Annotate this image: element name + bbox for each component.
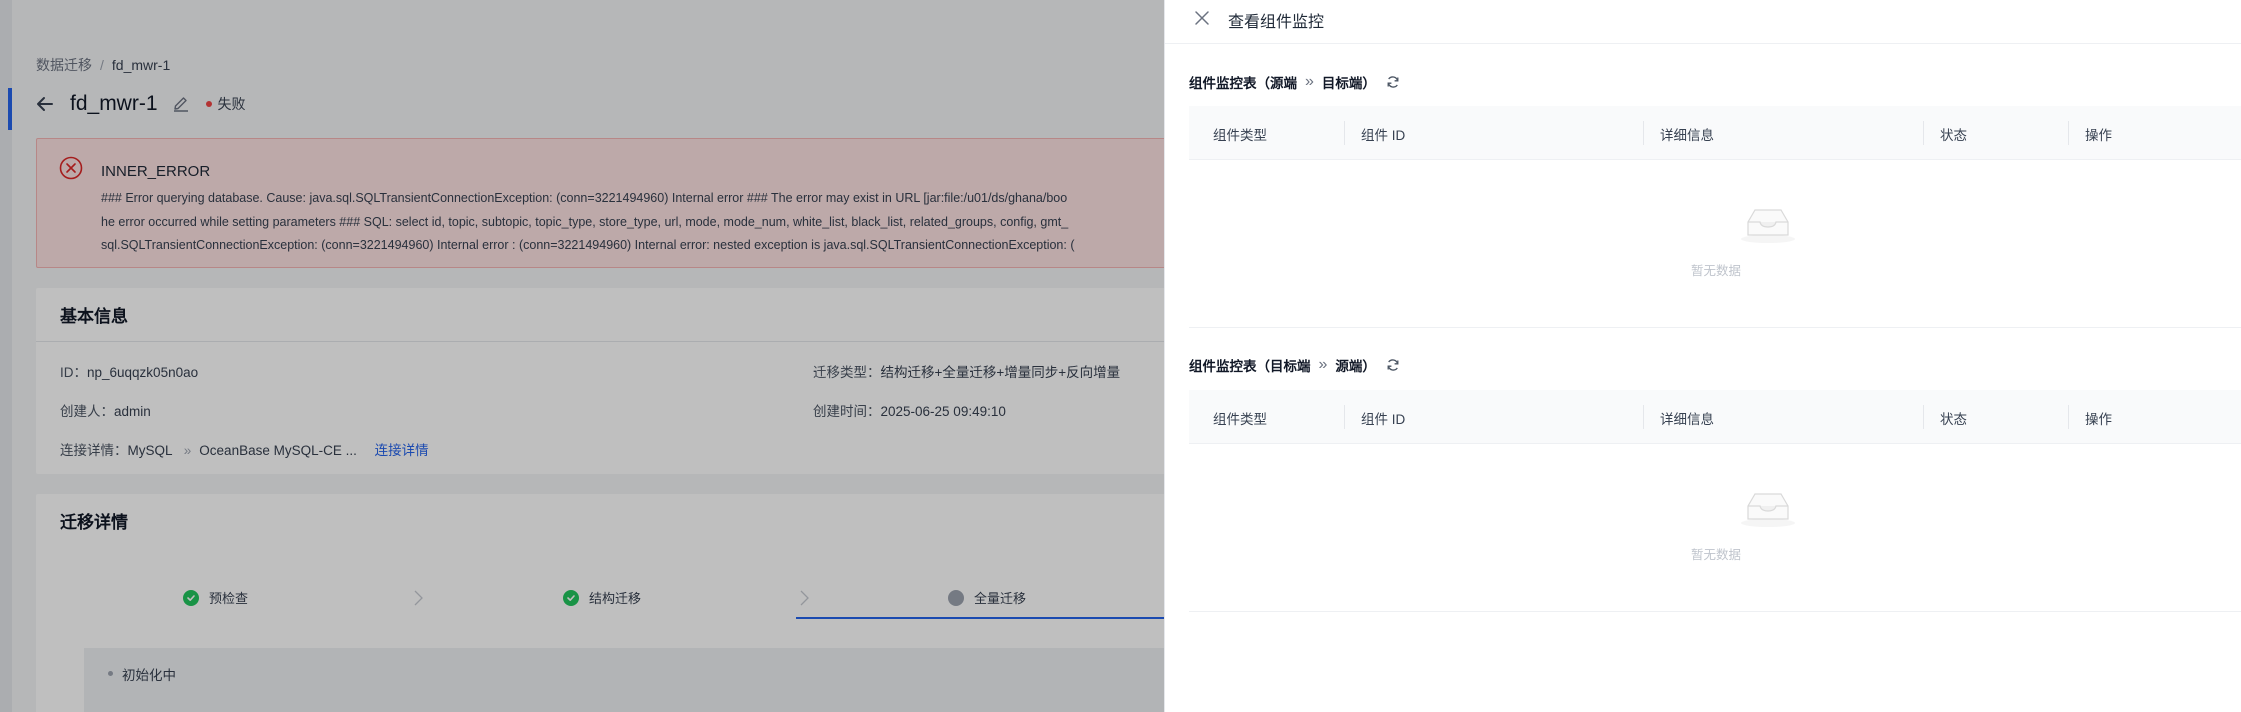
column-header-type: 组件类型: [1213, 412, 1267, 427]
column-header-actions: 操作: [2085, 128, 2112, 143]
section-title-prefix: 组件监控表（源端: [1189, 76, 1297, 91]
column-divider: [2068, 121, 2069, 145]
refresh-icon[interactable]: [1386, 75, 1400, 89]
section-source-to-target-title: 组件监控表（源端 » 目标端）: [1189, 72, 1400, 92]
drawer-overlay-mask[interactable]: [0, 0, 1164, 712]
drawer-header: 查看组件监控: [1165, 0, 2241, 44]
component-monitor-drawer: 查看组件监控 组件监控表（源端 » 目标端） 组件类型 组件 ID 详细信息 状…: [1164, 0, 2241, 712]
empty-inbox-icon: [1741, 493, 1795, 527]
section-title-arrow: »: [1318, 356, 1328, 373]
empty-text: 暂无数据: [1690, 548, 1741, 562]
column-header-id: 组件 ID: [1361, 128, 1406, 143]
table-header: 组件类型 组件 ID 详细信息 状态 操作: [1189, 106, 2241, 160]
monitor-table-source-to-target: 组件类型 组件 ID 详细信息 状态 操作 暂无数据: [1189, 106, 2241, 328]
column-divider: [2068, 405, 2069, 429]
section-title-arrow: »: [1305, 73, 1314, 90]
column-header-id: 组件 ID: [1361, 412, 1406, 427]
column-header-status: 状态: [1940, 412, 1967, 427]
table-body-empty: 暂无数据: [1189, 160, 2241, 328]
column-divider: [1923, 121, 1924, 145]
refresh-icon[interactable]: [1386, 358, 1400, 372]
column-header-type: 组件类型: [1213, 128, 1267, 143]
column-divider: [1643, 405, 1644, 429]
column-divider: [1344, 405, 1345, 429]
section-title-suffix: 源端）: [1335, 359, 1376, 374]
section-title-prefix: 组件监控表（目标端: [1189, 359, 1311, 374]
column-divider: [1923, 405, 1924, 429]
section-title-suffix: 目标端）: [1321, 76, 1376, 91]
close-icon[interactable]: [1193, 9, 1211, 27]
column-divider: [1643, 121, 1644, 145]
column-divider: [1344, 121, 1345, 145]
column-header-details: 详细信息: [1660, 412, 1714, 427]
table-header: 组件类型 组件 ID 详细信息 状态 操作: [1189, 390, 2241, 444]
monitor-table-target-to-source: 组件类型 组件 ID 详细信息 状态 操作 暂无数据: [1189, 390, 2241, 612]
empty-inbox-icon: [1741, 209, 1795, 243]
table-body-empty: 暂无数据: [1189, 444, 2241, 612]
drawer-title: 查看组件监控: [1228, 14, 1325, 31]
column-header-actions: 操作: [2085, 412, 2112, 427]
empty-text: 暂无数据: [1690, 264, 1741, 278]
column-header-status: 状态: [1940, 128, 1967, 143]
section-target-to-source-title: 组件监控表（目标端 » 源端）: [1189, 355, 1400, 375]
column-header-details: 详细信息: [1660, 128, 1714, 143]
